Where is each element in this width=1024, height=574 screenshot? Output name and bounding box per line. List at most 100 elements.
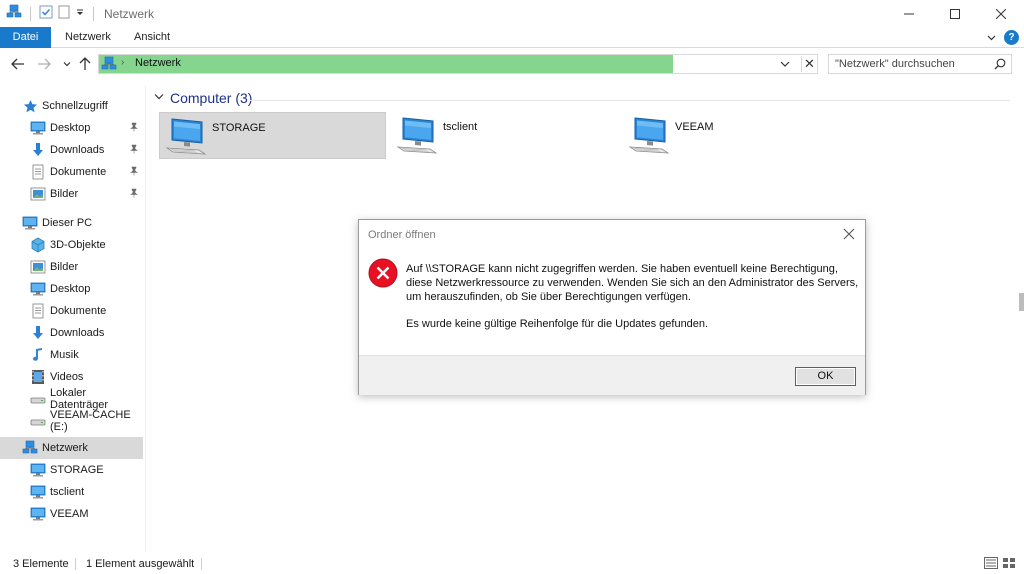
ok-button[interactable]: OK: [795, 367, 856, 386]
sidebar-item-this-pc[interactable]: Dieser PC: [0, 212, 143, 234]
scrollbar-thumb[interactable]: [1019, 293, 1024, 311]
sidebar-item-label: Dokumente: [50, 305, 107, 317]
computer-item-tsclient[interactable]: tsclient: [391, 112, 618, 159]
sidebar-item-videos[interactable]: Videos: [0, 366, 143, 388]
group-header-computer[interactable]: Computer (3): [154, 90, 252, 106]
new-folder-icon[interactable]: [57, 5, 71, 22]
toolbar-divider: [30, 6, 31, 21]
pin-icon[interactable]: [129, 166, 139, 176]
download-icon: [30, 325, 46, 341]
sidebar-item-tsclient[interactable]: tsclient: [0, 481, 143, 503]
item-name: VEEAM: [675, 121, 714, 133]
music-icon: [30, 347, 46, 363]
title-bar: Netzwerk: [0, 0, 1024, 27]
group-label: Computer (3): [170, 90, 253, 106]
status-divider: [201, 558, 202, 570]
minimize-icon: [904, 13, 914, 14]
search-input[interactable]: "Netzwerk" durchsuchen: [835, 58, 955, 70]
computer-icon: [30, 506, 46, 522]
pin-icon[interactable]: [129, 122, 139, 132]
customize-toolbar-icon[interactable]: [75, 7, 85, 21]
sidebar-item-label: Dieser PC: [42, 217, 93, 229]
address-progress-fill: [99, 55, 674, 73]
tab-view[interactable]: Ansicht: [122, 27, 182, 48]
sidebar-item-downloads[interactable]: Downloads: [0, 322, 143, 344]
network-icon[interactable]: [6, 4, 22, 23]
properties-icon[interactable]: [39, 5, 53, 22]
forward-button[interactable]: [36, 56, 52, 72]
tab-file[interactable]: Datei: [0, 27, 51, 48]
back-button[interactable]: [10, 56, 26, 72]
sidebar-item-storage[interactable]: STORAGE: [0, 459, 143, 481]
dialog-footer: OK: [359, 355, 865, 395]
desktop-icon: [30, 281, 46, 297]
dialog-message: Auf \\STORAGE kann nicht zugegriffen wer…: [406, 263, 859, 303]
sidebar-item-pictures[interactable]: Bilder: [0, 256, 143, 278]
sidebar-item-label: Bilder: [50, 261, 79, 273]
search-box[interactable]: "Netzwerk" durchsuchen: [828, 54, 1012, 74]
pin-icon[interactable]: [129, 188, 139, 198]
expand-ribbon-icon[interactable]: [985, 31, 998, 44]
chevron-down-icon: [63, 62, 71, 67]
forward-arrow-icon: [38, 58, 51, 70]
details-view-icon[interactable]: [984, 557, 998, 569]
computer-item-storage[interactable]: STORAGE: [159, 112, 386, 159]
close-button[interactable]: [978, 0, 1024, 27]
sidebar-item-veeam[interactable]: VEEAM: [0, 503, 143, 525]
large-icons-view-icon[interactable]: [1002, 557, 1016, 569]
group-divider: [250, 100, 1010, 101]
close-icon[interactable]: [841, 226, 857, 242]
sidebar-item-quick-access[interactable]: Schnellzugriff: [0, 95, 143, 117]
video-icon: [30, 369, 46, 385]
maximize-button[interactable]: [932, 0, 978, 27]
sidebar-item-desktop[interactable]: Desktop: [0, 278, 143, 300]
sidebar-item-label: Schnellzugriff: [42, 100, 108, 112]
network-icon: [22, 440, 38, 456]
item-name: tsclient: [443, 121, 478, 133]
sidebar-item-label: Downloads: [50, 144, 105, 156]
address-bar[interactable]: › Netzwerk ✕: [98, 54, 818, 74]
sidebar-item-veeam-cache[interactable]: VEEAM-CACHE (E:): [0, 409, 143, 433]
sidebar-item-documents[interactable]: Dokumente: [0, 161, 143, 183]
chevron-down-icon[interactable]: [154, 93, 164, 104]
document-icon: [30, 303, 46, 319]
window-controls: [886, 0, 1024, 27]
sidebar-item-label: Videos: [50, 371, 84, 383]
pictures-icon: [30, 186, 46, 202]
sidebar-item-music[interactable]: Musik: [0, 344, 143, 366]
computer-icon: [395, 116, 439, 156]
error-icon: [368, 258, 398, 288]
sidebar-item-3d-objects[interactable]: 3D-Objekte: [0, 234, 143, 256]
tab-network[interactable]: Netzwerk: [53, 27, 123, 48]
sidebar-item-pictures[interactable]: Bilder: [0, 183, 143, 205]
download-icon: [30, 142, 46, 158]
search-icon[interactable]: [994, 58, 1006, 70]
sidebar-item-documents[interactable]: Dokumente: [0, 300, 143, 322]
minimize-button[interactable]: [886, 0, 932, 27]
address-dropdown-icon[interactable]: [779, 58, 791, 70]
stop-loading-button[interactable]: ✕: [801, 56, 817, 72]
up-button[interactable]: [77, 56, 93, 72]
computer-icon: [627, 116, 671, 156]
computer-item-veeam[interactable]: VEEAM: [623, 112, 850, 159]
sidebar-item-label: Desktop: [50, 122, 91, 134]
maximize-icon: [950, 8, 960, 19]
sidebar-item-downloads[interactable]: Downloads: [0, 139, 143, 161]
sidebar-item-desktop[interactable]: Desktop: [0, 117, 143, 139]
sidebar-item-network[interactable]: Netzwerk: [0, 437, 143, 459]
breadcrumb-network[interactable]: Netzwerk: [135, 57, 181, 69]
breadcrumb-separator-icon[interactable]: ›: [121, 57, 124, 68]
help-button[interactable]: ?: [1004, 30, 1019, 45]
recent-locations-button[interactable]: [59, 56, 75, 72]
desktop-icon: [30, 120, 46, 136]
computer-icon: [22, 215, 38, 231]
computer-icon: [30, 484, 46, 500]
pin-icon[interactable]: [129, 144, 139, 154]
sidebar-item-local-disk[interactable]: Lokaler Datenträger: [0, 387, 143, 411]
dialog-title: Ordner öffnen: [368, 229, 436, 241]
selection-count: 1 Element ausgewählt: [86, 558, 195, 570]
sidebar-item-label: Dokumente: [50, 166, 107, 178]
status-bar: 3 Elemente 1 Element ausgewählt: [0, 553, 1024, 574]
sidebar-item-label: Lokaler Datenträger: [50, 387, 109, 411]
quick-access-toolbar: [0, 0, 98, 27]
